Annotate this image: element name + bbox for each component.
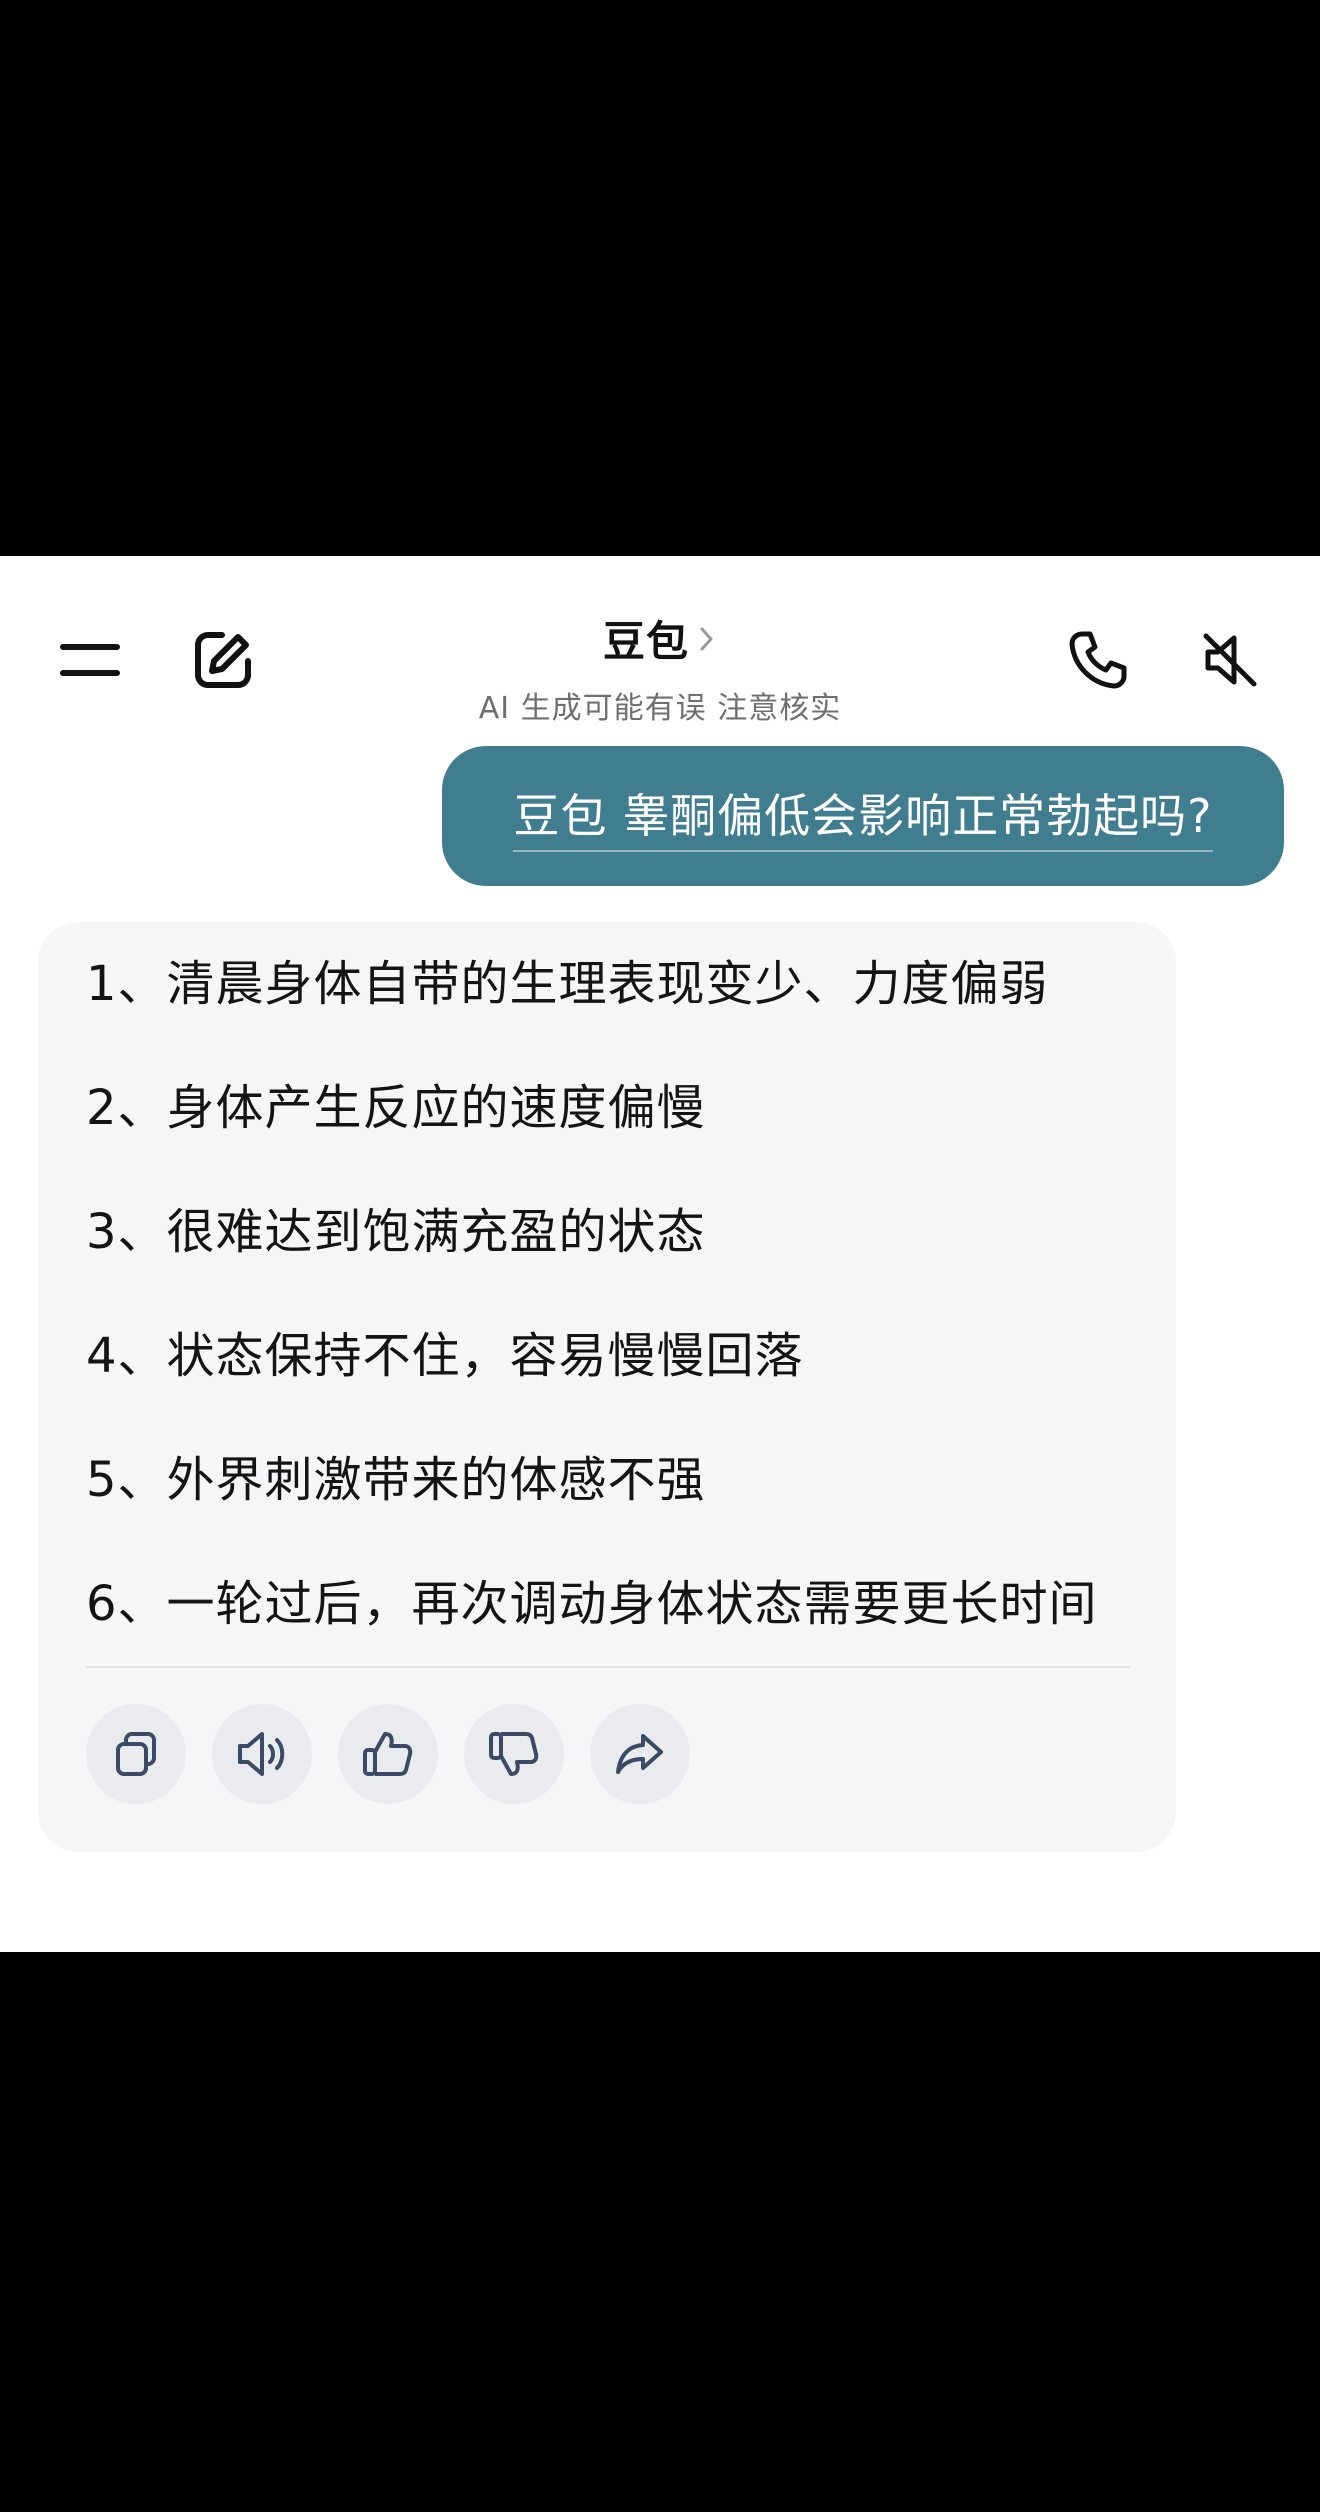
menu-button[interactable] [50, 620, 130, 700]
response-actions [86, 1704, 1128, 1804]
thumbs-down-icon [487, 1728, 541, 1780]
list-item: 1、清晨身体自带的生理表现变少、力度偏弱 [86, 956, 1049, 1012]
ai-disclaimer: AI 生成可能有误 注意核实 [478, 691, 842, 726]
speaker-icon [234, 1728, 290, 1780]
thumbs-up-icon [361, 1728, 415, 1780]
list-item: 6、一轮过后，再次调动身体状态需要更长时间 [86, 1576, 1098, 1632]
list-item: 4、状态保持不住，容易慢慢回落 [86, 1328, 804, 1384]
menu-icon [58, 638, 122, 682]
phone-icon [1068, 630, 1128, 690]
copy-button[interactable] [86, 1704, 186, 1804]
ai-response-card: 1、清晨身体自带的生理表现变少、力度偏弱 2、身体产生反应的速度偏慢 3、很难达… [38, 922, 1176, 1852]
list-item: 2、身体产生反应的速度偏慢 [86, 1080, 706, 1136]
page-title: 豆包 [602, 617, 689, 666]
chat-screen: 豆包 AI 生成可能有误 注意核实 豆包 睾酮偏低会影响正常勃起吗? 1、清晨身… [0, 556, 1320, 1952]
call-button[interactable] [1058, 620, 1138, 700]
dislike-button[interactable] [464, 1704, 564, 1804]
divider [86, 1666, 1130, 1668]
read-aloud-button[interactable] [212, 1704, 312, 1804]
chevron-right-icon [697, 624, 717, 654]
new-chat-button[interactable] [183, 620, 263, 700]
share-icon [613, 1728, 667, 1780]
copy-icon [110, 1728, 162, 1780]
speaker-muted-icon [1200, 630, 1260, 690]
bottom-black-letterbox [0, 1952, 1320, 2512]
chat-title-block: 豆包 AI 生成可能有误 注意核实 [400, 608, 920, 727]
share-button[interactable] [590, 1704, 690, 1804]
user-message-bubble[interactable]: 豆包 睾酮偏低会影响正常勃起吗? [442, 746, 1284, 886]
top-black-letterbox [0, 0, 1320, 556]
like-button[interactable] [338, 1704, 438, 1804]
list-item: 3、很难达到饱满充盈的状态 [86, 1204, 706, 1260]
user-message-text: 豆包 睾酮偏低会影响正常勃起吗? [513, 780, 1213, 852]
chat-header: 豆包 AI 生成可能有误 注意核实 [0, 556, 1320, 746]
edit-icon [192, 629, 254, 691]
list-item: 5、外界刺激带来的体感不强 [86, 1452, 706, 1508]
mute-button[interactable] [1190, 620, 1270, 700]
bot-profile-link[interactable]: 豆包 [603, 608, 717, 669]
